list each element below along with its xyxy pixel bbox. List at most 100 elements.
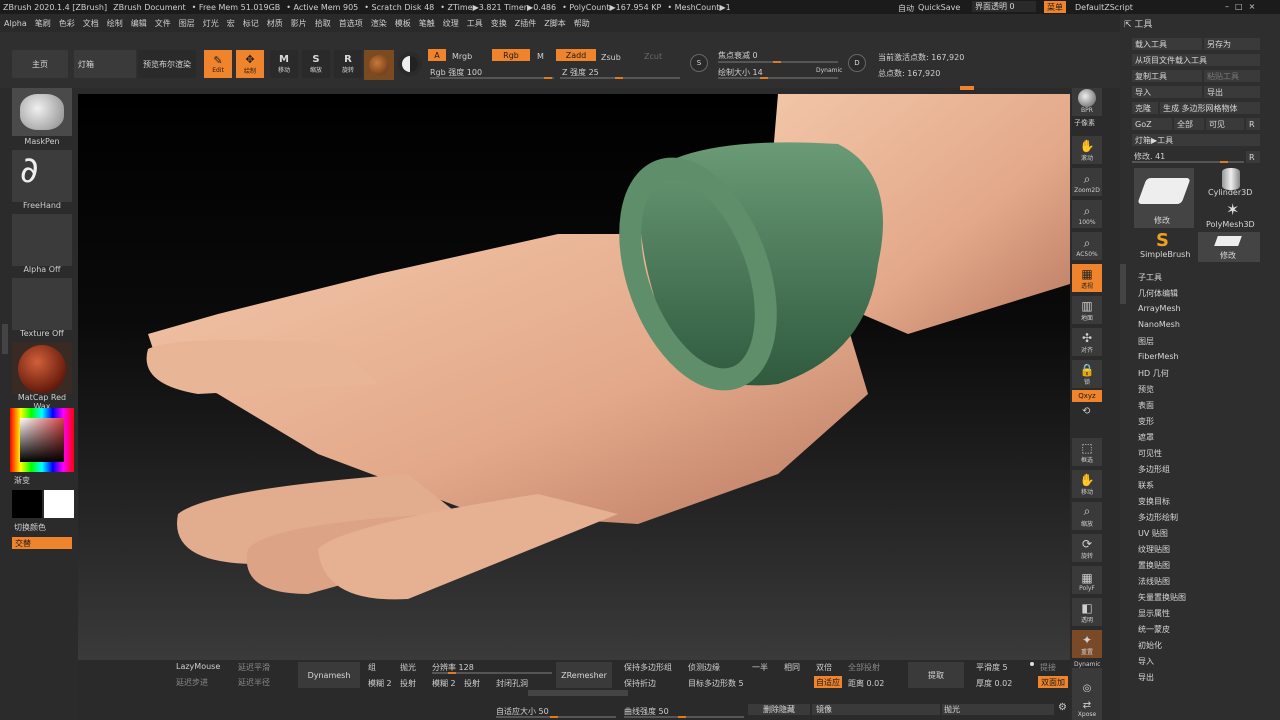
settings-gear-icon[interactable]: ⚙ bbox=[1058, 702, 1067, 713]
menu-subtool[interactable]: 子工具 bbox=[1138, 272, 1162, 283]
menu-hd-geometry[interactable]: HD 几何 bbox=[1138, 368, 1169, 379]
lazy-radius-label[interactable]: 延迟半径 bbox=[238, 677, 270, 688]
menu-morph-target[interactable]: 变换目标 bbox=[1138, 496, 1170, 507]
menu-color[interactable]: 色彩 bbox=[55, 18, 79, 29]
m-toggle[interactable]: M bbox=[537, 52, 544, 61]
transparent-button[interactable]: ◧ 透明 bbox=[1072, 598, 1102, 626]
goz-r-button[interactable]: R bbox=[1246, 118, 1260, 130]
xpose-button[interactable]: ⇄ Xpose bbox=[1072, 692, 1102, 720]
gyro-button[interactable] bbox=[398, 52, 422, 76]
close-holes-button[interactable]: 封闭孔洞 bbox=[496, 678, 528, 689]
polyf-button[interactable]: ▦ PolyF bbox=[1072, 566, 1102, 594]
menu-button[interactable]: 菜单 bbox=[1044, 1, 1066, 13]
zoom100-button[interactable]: ⌕ 100% bbox=[1072, 200, 1102, 228]
menu-tool[interactable]: 工具 bbox=[463, 18, 487, 29]
ac50-button[interactable]: ⌕ AC50% bbox=[1072, 232, 1102, 260]
menu-deformation[interactable]: 变形 bbox=[1138, 416, 1154, 427]
edit-button[interactable]: ✎ Edit bbox=[204, 50, 232, 78]
bpr-preview-button[interactable]: 预览布尔渲染 bbox=[138, 50, 196, 78]
paste-tool-button[interactable]: 粘贴工具 bbox=[1204, 70, 1260, 82]
export-button[interactable]: 导出 bbox=[1204, 86, 1260, 98]
scale-button[interactable]: S 缩放 bbox=[302, 50, 330, 78]
goz-all-button[interactable]: 全部 bbox=[1174, 118, 1204, 130]
scale-view-button[interactable]: ⌕ 缩放 bbox=[1072, 502, 1102, 530]
zadd-toggle[interactable]: Zadd bbox=[556, 49, 596, 61]
project-toggle-2[interactable]: 投射 bbox=[464, 678, 480, 689]
menu-texture-map[interactable]: 纹理贴图 bbox=[1138, 544, 1170, 555]
make-polymesh-button[interactable]: 生成 多边形网格物体 bbox=[1160, 102, 1260, 114]
lightbox-button[interactable]: 灯箱 bbox=[74, 50, 136, 78]
menu-brush[interactable]: 笔刷 bbox=[31, 18, 55, 29]
mrgb-toggle[interactable]: Mrgb bbox=[452, 52, 472, 61]
extract-button[interactable]: 提取 bbox=[908, 662, 964, 688]
zoom2d-button[interactable]: ⌕ Zoom2D bbox=[1072, 168, 1102, 196]
menu-visibility[interactable]: 可见性 bbox=[1138, 448, 1162, 459]
double-side-toggle[interactable]: 双面加 bbox=[1038, 676, 1068, 688]
dynamesh-button[interactable]: Dynamesh bbox=[298, 662, 360, 688]
frame-button[interactable]: ⬚ 框选 bbox=[1072, 438, 1102, 466]
viewport-canvas[interactable] bbox=[78, 94, 1070, 660]
menu-arraymesh[interactable]: ArrayMesh bbox=[1138, 304, 1181, 313]
simplebrush-tool[interactable]: S SimpleBrush bbox=[1134, 230, 1194, 262]
menu-normal-map[interactable]: 法线贴图 bbox=[1138, 576, 1170, 587]
dynamic-toggle[interactable]: Dynamic bbox=[816, 67, 842, 74]
polymesh3d-tool[interactable]: ✶ PolyMesh3D bbox=[1204, 200, 1260, 230]
cylinder3d-tool[interactable]: Cylinder3D bbox=[1204, 168, 1260, 198]
texture-selector[interactable] bbox=[12, 278, 72, 330]
menu-surface[interactable]: 表面 bbox=[1138, 400, 1154, 411]
menu-polypaint[interactable]: 多边形绘制 bbox=[1138, 512, 1178, 523]
menu-zplugin[interactable]: Z插件 bbox=[511, 18, 540, 29]
stroke-selector[interactable]: ∂ bbox=[12, 150, 72, 202]
bottom-scrollbar[interactable] bbox=[528, 690, 628, 696]
draw-button[interactable]: ✥ 绘制 bbox=[236, 50, 264, 78]
menu-preview[interactable]: 预览 bbox=[1138, 384, 1154, 395]
floor-button[interactable]: ▥ 地面 bbox=[1072, 296, 1102, 324]
brush-selector[interactable] bbox=[12, 88, 72, 136]
menu-material[interactable]: 材质 bbox=[263, 18, 287, 29]
goz-visible-button[interactable]: 可见 bbox=[1206, 118, 1244, 130]
material-selector[interactable] bbox=[12, 342, 72, 394]
menu-polygroups[interactable]: 多边形组 bbox=[1138, 464, 1170, 475]
lazy-smooth-label[interactable]: 延迟平滑 bbox=[238, 662, 270, 673]
rgb-toggle[interactable]: Rgb bbox=[492, 49, 530, 61]
menu-stroke[interactable]: 笔触 bbox=[415, 18, 439, 29]
menu-help[interactable]: 帮助 bbox=[570, 18, 594, 29]
zremesher-button[interactable]: ZRemesher bbox=[556, 662, 612, 688]
menu-geometry[interactable]: 几何体编辑 bbox=[1138, 288, 1178, 299]
dynamesh-blur-slider[interactable]: 模糊 2 bbox=[368, 678, 392, 689]
menu-macro[interactable]: 宏 bbox=[223, 18, 239, 29]
lock-button[interactable]: 🔒 锁 bbox=[1072, 360, 1102, 388]
menu-stencil[interactable]: 模板 bbox=[391, 18, 415, 29]
menu-render[interactable]: 渲染 bbox=[367, 18, 391, 29]
menu-light[interactable]: 灯光 bbox=[199, 18, 223, 29]
tool-palette-scrollbar[interactable] bbox=[1120, 264, 1126, 304]
maximize-icon[interactable]: □ bbox=[1235, 2, 1243, 12]
target-poly-slider[interactable]: 目标多边形数 5 bbox=[688, 678, 744, 689]
quicksave-button[interactable]: QuickSave bbox=[918, 3, 960, 12]
detect-edges-toggle[interactable]: 侦测边缘 bbox=[688, 662, 720, 673]
keep-creases-toggle[interactable]: 保持折边 bbox=[624, 678, 656, 689]
menu-contact[interactable]: 联系 bbox=[1138, 480, 1154, 491]
menu-texture[interactable]: 纹理 bbox=[439, 18, 463, 29]
a-toggle[interactable]: A bbox=[428, 49, 446, 61]
menu-display-properties[interactable]: 显示属性 bbox=[1138, 608, 1170, 619]
minimize-icon[interactable]: – bbox=[1225, 2, 1229, 12]
menu-movie[interactable]: 影片 bbox=[287, 18, 311, 29]
qxyz-button[interactable]: Qxyz bbox=[1072, 390, 1102, 402]
menu-nanomesh[interactable]: NanoMesh bbox=[1138, 320, 1180, 329]
zsub-toggle[interactable]: Zsub bbox=[601, 53, 621, 62]
primary-color-swatch[interactable] bbox=[12, 490, 42, 518]
rgb-intensity-slider[interactable] bbox=[430, 77, 554, 79]
move-button[interactable]: M 移动 bbox=[270, 50, 298, 78]
material-sphere-button[interactable] bbox=[364, 50, 394, 80]
menu-picker[interactable]: 拾取 bbox=[311, 18, 335, 29]
save-as-button[interactable]: 另存为 bbox=[1204, 38, 1260, 50]
menu-marker[interactable]: 标记 bbox=[239, 18, 263, 29]
left-panel-scrollbar[interactable] bbox=[2, 324, 8, 354]
home-button[interactable]: 主页 bbox=[12, 50, 68, 78]
current-tool-thumbnail[interactable]: 修改 bbox=[1134, 168, 1194, 228]
dynamesh-project-toggle[interactable]: 投射 bbox=[400, 678, 416, 689]
local-button[interactable]: ✣ 对齐 bbox=[1072, 328, 1102, 356]
menu-masking[interactable]: 遮罩 bbox=[1138, 432, 1154, 443]
menu-uv-map[interactable]: UV 贴图 bbox=[1138, 528, 1168, 539]
